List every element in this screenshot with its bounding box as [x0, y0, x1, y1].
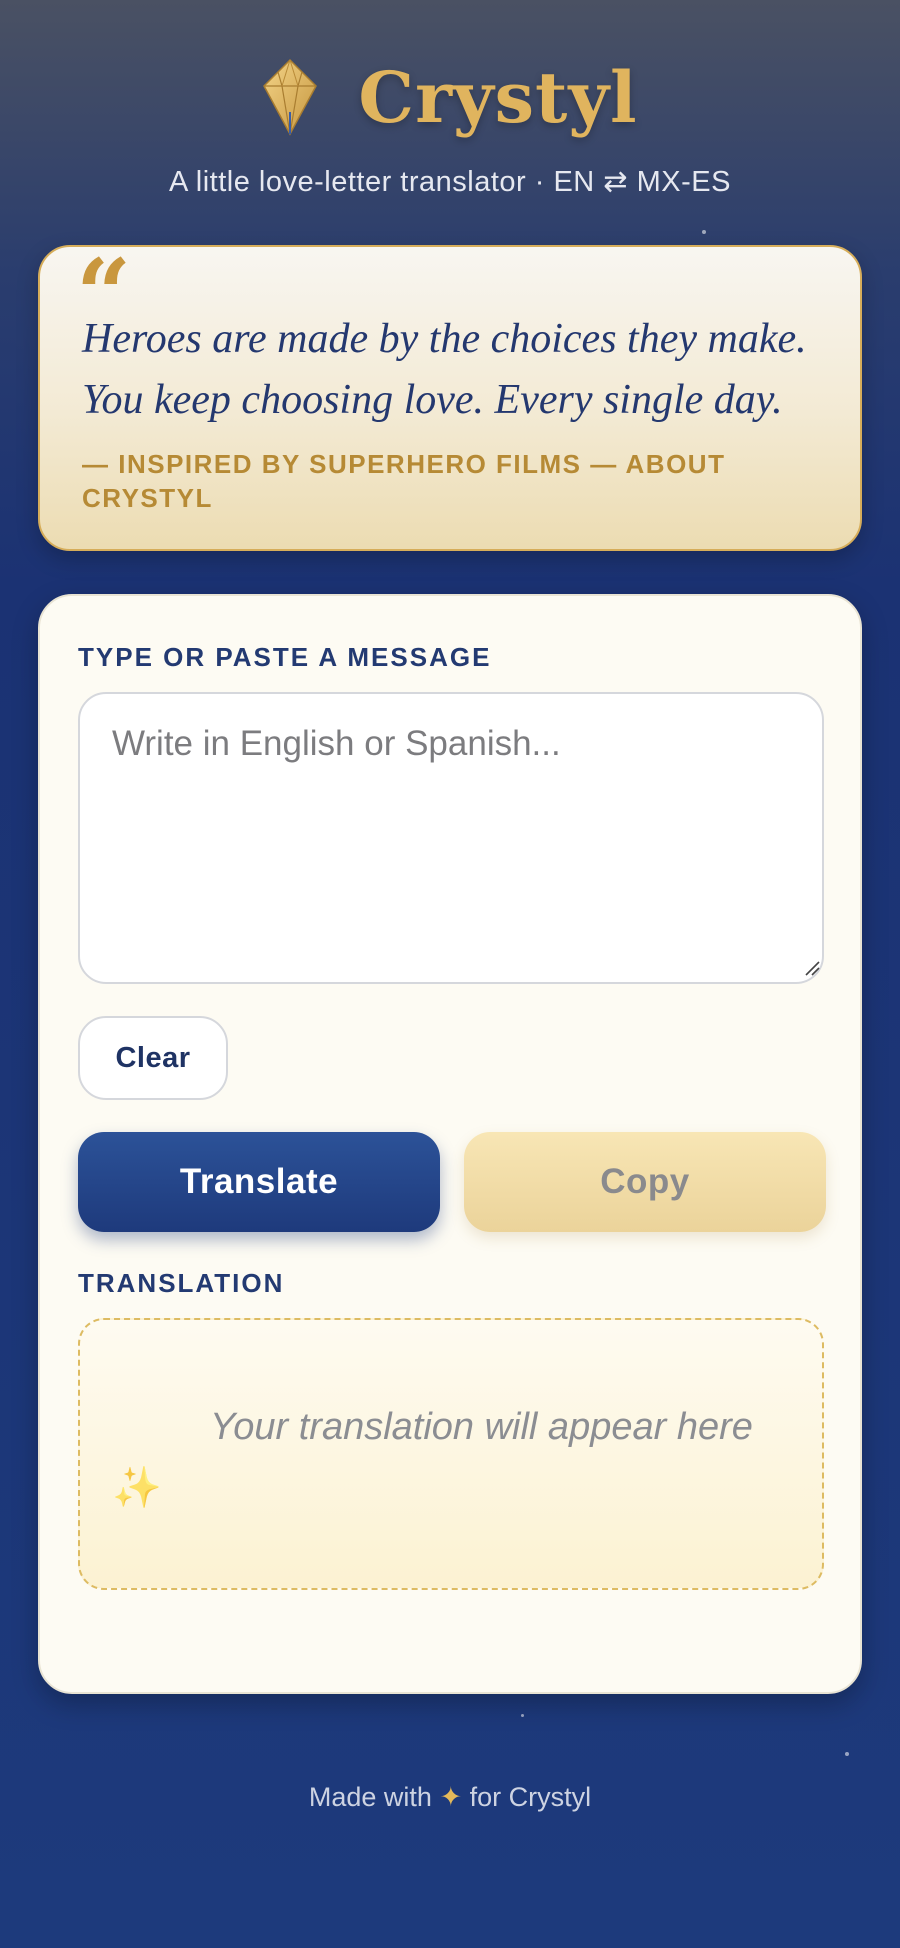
clear-button[interactable]: Clear — [78, 1016, 228, 1100]
footer-prefix: Made with — [308, 1782, 432, 1812]
star-decoration — [702, 230, 706, 234]
footer-suffix: for Crystyl — [469, 1782, 592, 1812]
brand: Crystyl — [0, 52, 900, 142]
sparkle-star-icon: ✦ — [439, 1782, 463, 1812]
output-label: TRANSLATION — [78, 1268, 285, 1298]
copy-button[interactable]: Copy — [464, 1132, 826, 1232]
quote-text: Heroes are made by the choices they make… — [82, 316, 807, 423]
star-decoration — [845, 1752, 849, 1756]
resize-handle-icon[interactable] — [804, 960, 820, 976]
quote-attribution: — Inspired by superhero films — about Cr… — [82, 449, 726, 513]
diamond-gem-icon — [263, 58, 318, 136]
input-label: TYPE OR PASTE A MESSAGE — [78, 642, 492, 672]
star-decoration — [521, 1714, 524, 1717]
translation-output: Your translation will appear here ✨ — [78, 1318, 824, 1590]
message-input[interactable] — [78, 692, 824, 984]
output-placeholder: Your translation will appear here — [210, 1406, 753, 1448]
app-header: Crystyl A little love-letter translator … — [0, 52, 900, 199]
quote-card: “ Heroes are made by the choices they ma… — [38, 245, 862, 551]
translate-button[interactable]: Translate — [78, 1132, 440, 1232]
app-title: Crystyl — [358, 55, 638, 139]
footer: Made with ✦ for Crystyl — [0, 1782, 900, 1813]
translator-card: TYPE OR PASTE A MESSAGE Clear Translate … — [38, 594, 862, 1694]
sparkles-icon: ✨ — [112, 1466, 162, 1510]
app-subtitle: A little love-letter translator · EN ⇄ M… — [168, 166, 731, 198]
